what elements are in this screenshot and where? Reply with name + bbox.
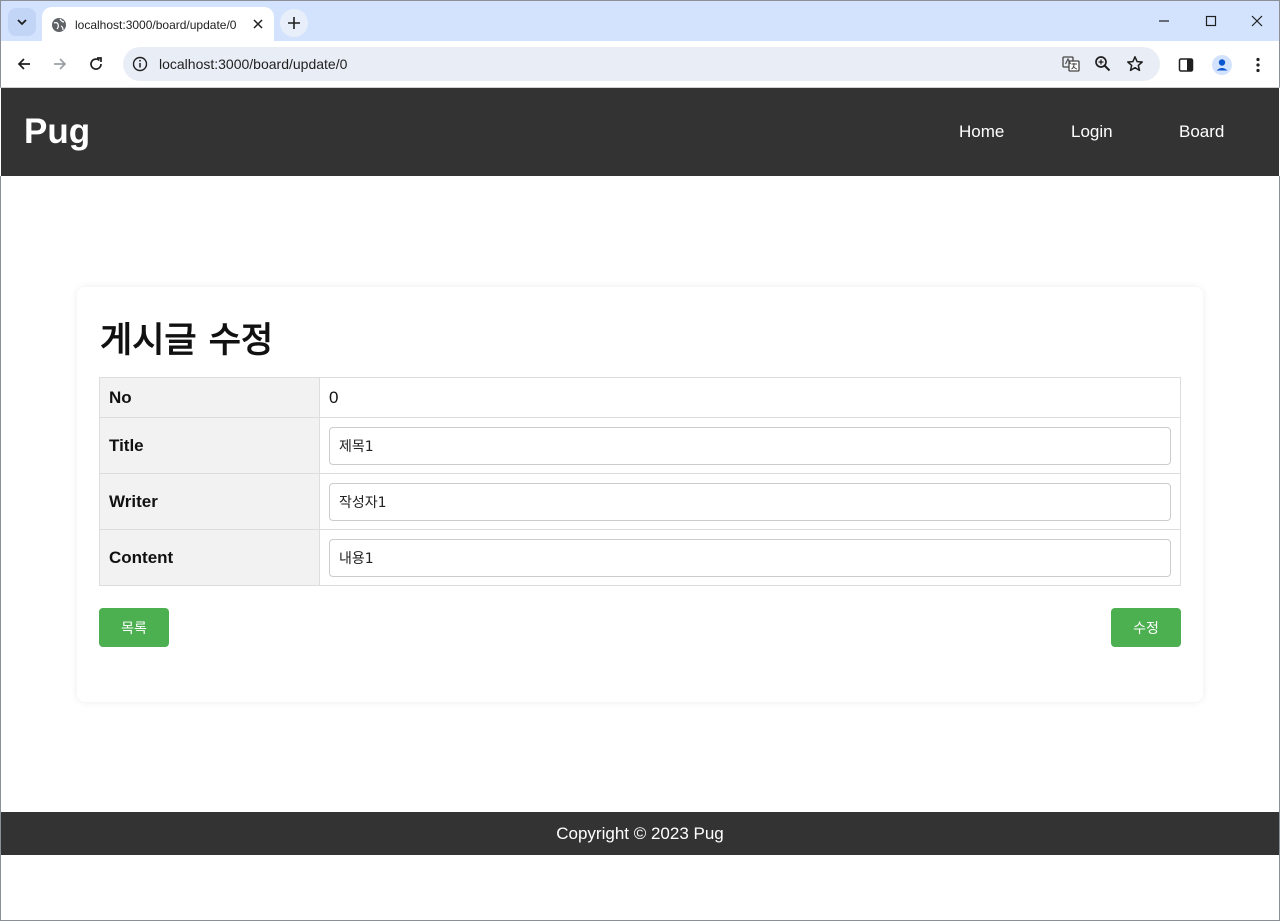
form-row-writer: Writer	[99, 473, 1181, 530]
profile-icon[interactable]	[1211, 54, 1233, 76]
no-label: No	[99, 377, 320, 418]
forward-icon[interactable]	[45, 49, 75, 79]
title-label: Title	[99, 417, 320, 474]
form-row-title: Title	[99, 417, 1181, 474]
close-window-icon[interactable]	[1234, 1, 1280, 41]
address-bar[interactable]: localhost:3000/board/update/0	[123, 47, 1160, 81]
globe-icon	[52, 17, 66, 32]
maximize-icon[interactable]	[1188, 1, 1234, 41]
plus-icon[interactable]	[280, 9, 308, 37]
no-value: 0	[319, 377, 1181, 418]
form-row-no: No 0	[99, 377, 1181, 418]
list-button[interactable]: 목록	[99, 608, 169, 647]
writer-input[interactable]	[329, 482, 1171, 521]
site-info-icon[interactable]	[131, 55, 149, 73]
window-border	[0, 176, 1, 921]
copyright-text: Copyright © 2023 Pug	[556, 823, 724, 843]
browser-tabstrip: localhost:3000/board/update/0	[0, 0, 1280, 42]
writer-label: Writer	[99, 473, 320, 530]
edit-post-card: 게시글 수정 No 0 Title Writer Content 목록 수정	[77, 287, 1203, 702]
menu-dots-icon[interactable]	[1247, 54, 1269, 76]
browser-tab[interactable]: localhost:3000/board/update/0	[42, 7, 274, 42]
site-logo[interactable]: Pug	[24, 112, 90, 152]
title-cell	[319, 417, 1181, 474]
content-label: Content	[99, 529, 320, 586]
content-input[interactable]	[329, 538, 1171, 577]
translate-icon[interactable]	[1060, 53, 1082, 75]
nav-login[interactable]: Login	[1071, 122, 1113, 142]
nav-home[interactable]: Home	[959, 122, 1004, 142]
submit-button[interactable]: 수정	[1111, 608, 1181, 647]
site-header: Pug Home Login Board	[1, 88, 1279, 176]
site-footer: Copyright © 2023 Pug	[1, 812, 1279, 855]
form-row-content: Content	[99, 529, 1181, 586]
content-cell	[319, 529, 1181, 586]
reload-icon[interactable]	[81, 49, 111, 79]
url-text: localhost:3000/board/update/0	[159, 56, 348, 72]
tab-search-icon[interactable]	[8, 8, 36, 36]
tab-title: localhost:3000/board/update/0	[75, 17, 237, 32]
side-panel-icon[interactable]	[1175, 54, 1197, 76]
browser-toolbar: localhost:3000/board/update/0	[0, 41, 1280, 88]
zoom-icon[interactable]	[1092, 53, 1114, 75]
nav-board[interactable]: Board	[1179, 122, 1224, 142]
writer-cell	[319, 473, 1181, 530]
page-title: 게시글 수정	[100, 321, 274, 361]
minimize-icon[interactable]	[1141, 1, 1187, 41]
close-icon[interactable]	[251, 17, 265, 31]
back-icon[interactable]	[9, 49, 39, 79]
star-icon[interactable]	[1124, 53, 1146, 75]
edit-post-form: No 0 Title Writer Content	[99, 377, 1181, 586]
title-input[interactable]	[329, 426, 1171, 465]
